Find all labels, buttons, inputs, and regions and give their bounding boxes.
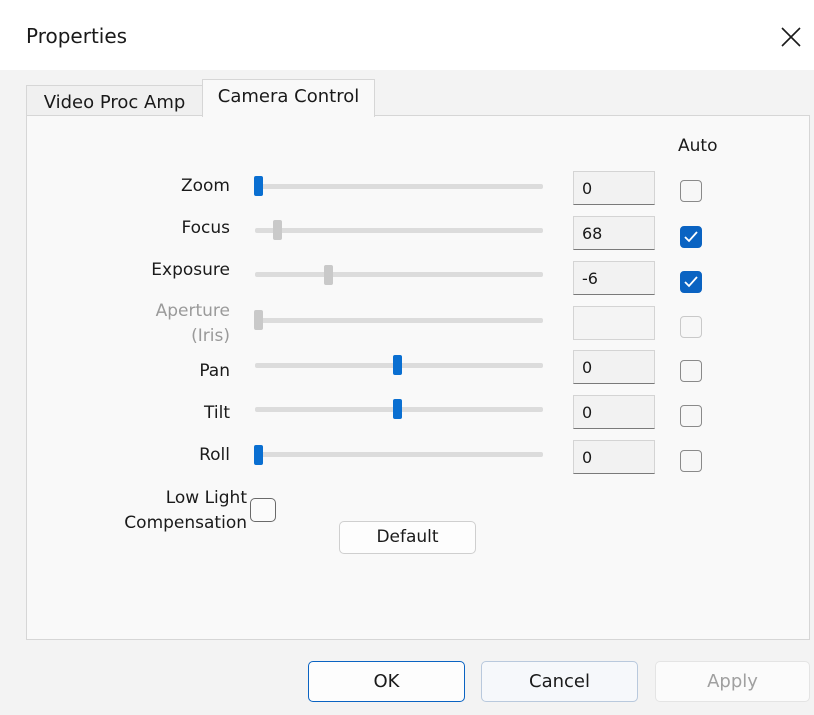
tab-video-proc-amp[interactable]: Video Proc Amp [26, 85, 203, 116]
tilt-auto-checkbox[interactable] [680, 405, 702, 427]
default-button[interactable]: Default [339, 521, 476, 554]
close-button[interactable] [772, 18, 812, 54]
zoom-label: Zoom [180, 176, 230, 196]
roll-slider-thumb[interactable] [254, 445, 263, 465]
iris-label: (Iris) [191, 326, 230, 346]
pan-label: Pan [199, 361, 230, 381]
focus-slider-track[interactable] [255, 228, 543, 233]
aperture-value-field [573, 306, 655, 340]
tilt-label: Tilt [204, 403, 230, 423]
checkmark-icon [684, 231, 698, 243]
aperture-slider-track [255, 318, 543, 323]
tilt-slider-thumb[interactable] [393, 399, 402, 419]
tilt-value-field[interactable]: 0 [573, 395, 655, 429]
title-bar: Properties [0, 0, 814, 70]
focus-slider-thumb[interactable] [273, 220, 282, 240]
tab-camera-control[interactable]: Camera Control [202, 79, 375, 117]
checkmark-icon [684, 276, 698, 288]
apply-button[interactable]: Apply [655, 661, 810, 702]
exposure-slider-thumb[interactable] [324, 265, 333, 285]
properties-dialog: Properties Video Proc Amp Camera Control… [0, 0, 814, 715]
low-light-compensation-label: Low Light Compensation [47, 486, 247, 536]
close-icon [781, 27, 801, 47]
pan-auto-checkbox[interactable] [680, 360, 702, 382]
roll-auto-checkbox[interactable] [680, 450, 702, 472]
zoom-auto-checkbox[interactable] [680, 180, 702, 202]
aperture-label: Aperture [155, 301, 230, 321]
roll-slider-track[interactable] [255, 452, 543, 457]
low-light-line1: Low Light [165, 488, 247, 508]
focus-value-field[interactable]: 68 [573, 216, 655, 250]
aperture-auto-checkbox [680, 316, 702, 338]
exposure-slider-track[interactable] [255, 272, 543, 277]
pan-slider-thumb[interactable] [393, 355, 402, 375]
low-light-line2: Compensation [124, 513, 247, 533]
zoom-slider-thumb[interactable] [254, 176, 263, 196]
dialog-title: Properties [26, 24, 128, 48]
exposure-value-field[interactable]: -6 [573, 261, 655, 295]
roll-value-field[interactable]: 0 [573, 440, 655, 474]
focus-auto-checkbox[interactable] [680, 226, 702, 248]
exposure-auto-checkbox[interactable] [680, 271, 702, 293]
cancel-button[interactable]: Cancel [481, 661, 638, 702]
low-light-compensation-checkbox[interactable] [250, 498, 276, 522]
exposure-label: Exposure [151, 260, 230, 280]
roll-label: Roll [199, 445, 230, 465]
aperture-slider-thumb [254, 310, 263, 330]
auto-column-header: Auto [678, 136, 718, 156]
pan-value-field[interactable]: 0 [573, 350, 655, 384]
zoom-slider-track[interactable] [255, 184, 543, 189]
focus-label: Focus [181, 218, 230, 238]
ok-button[interactable]: OK [308, 661, 465, 702]
zoom-value-field[interactable]: 0 [573, 171, 655, 205]
